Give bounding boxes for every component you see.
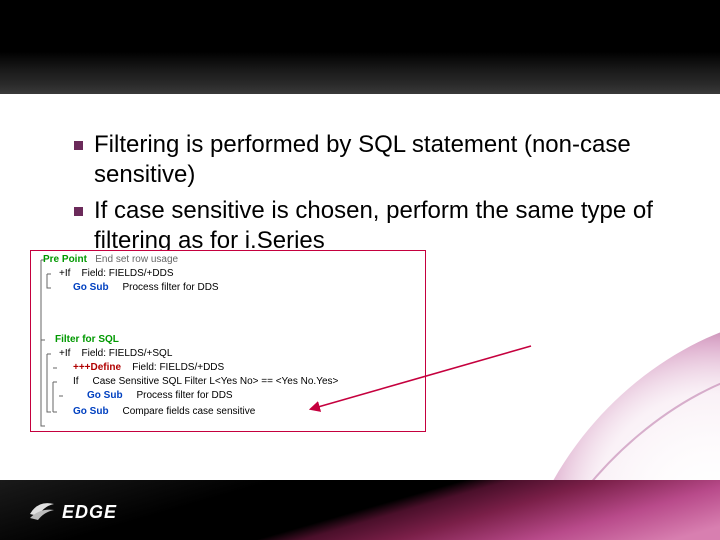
keyword-define: +++Define: [73, 362, 121, 373]
code-text: Field: FIELDS/+SQL: [82, 348, 173, 359]
keyword-if: +If: [59, 348, 70, 359]
keyword-if: If: [73, 376, 79, 387]
edge-logo-text: EDGE: [62, 502, 117, 523]
code-text: [73, 268, 81, 279]
keyword-gosub: Go Sub: [73, 282, 109, 293]
code-text: [111, 406, 122, 417]
code-text: Field: FIELDS/+DDS: [132, 362, 224, 373]
code-text: End set row usage: [95, 254, 178, 265]
code-row: +++Define Field: FIELDS/+DDS: [73, 361, 224, 375]
bullet-list: Filtering is performed by SQL statement …: [34, 130, 720, 262]
keyword-if: +If: [59, 268, 70, 279]
code-text: [111, 282, 122, 293]
code-text: Case Sensitive SQL Filter L<Yes No> == <…: [92, 376, 338, 387]
code-text: Process filter for DDS: [136, 390, 232, 401]
edge-logo: EDGE: [28, 492, 168, 532]
code-text: [124, 362, 132, 373]
code-text: Field: FIELDS/+DDS: [82, 268, 174, 279]
keyword-gosub: Go Sub: [73, 406, 109, 417]
code-row: +If Field: FIELDS/+SQL: [59, 347, 172, 361]
code-text: Compare fields case sensitive: [122, 406, 255, 417]
code-row: Pre Point End set row usage: [43, 253, 178, 267]
code-row: Go Sub Compare fields case sensitive: [73, 405, 255, 419]
code-text: [73, 348, 81, 359]
bullet-text: Filtering is performed by SQL statement …: [94, 131, 631, 188]
bullet-text: If case sensitive is chosen, perform the…: [94, 197, 653, 254]
code-row: Go Sub Process filter for DDS: [87, 389, 233, 403]
code-text: [125, 390, 136, 401]
bullet-item: If case sensitive is chosen, perform the…: [74, 196, 720, 256]
code-row: Go Sub Process filter for DDS: [73, 281, 219, 295]
keyword-filter: Filter for SQL: [55, 333, 119, 347]
bullet-item: Filtering is performed by SQL statement …: [74, 130, 720, 190]
code-panel: Pre Point End set row usage +If Field: F…: [30, 250, 426, 432]
top-band: [0, 0, 720, 94]
edge-logo-icon: [28, 498, 56, 526]
slide: Filtering is performed by SQL statement …: [0, 0, 720, 540]
code-row: +If Field: FIELDS/+DDS: [59, 267, 174, 281]
code-text: Process filter for DDS: [122, 282, 218, 293]
keyword-gosub: Go Sub: [87, 390, 123, 401]
keyword-prepoint: Pre Point: [43, 254, 87, 265]
code-text: [81, 376, 92, 387]
code-row: If Case Sensitive SQL Filter L<Yes No> =…: [73, 375, 338, 389]
